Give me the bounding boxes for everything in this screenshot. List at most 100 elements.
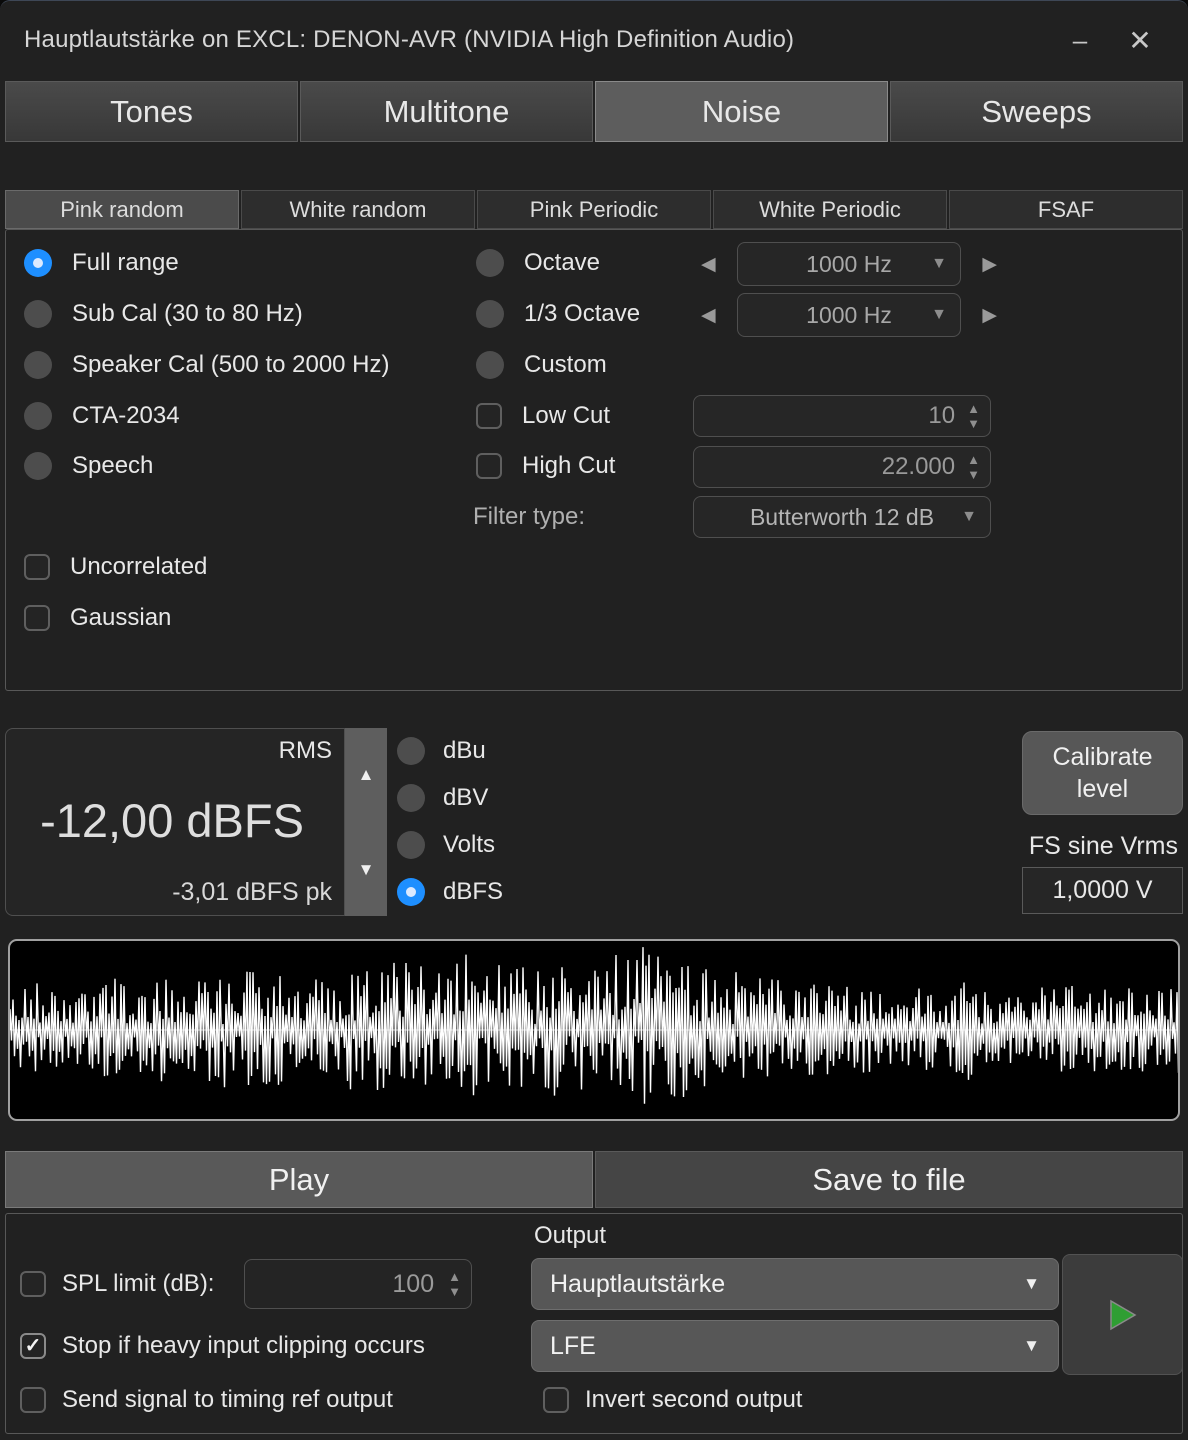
- tab-tones[interactable]: Tones: [5, 81, 298, 142]
- uncorrelated-checkbox[interactable]: ✓: [24, 554, 50, 580]
- save-to-file-button[interactable]: Save to file: [595, 1151, 1183, 1208]
- stop-clipping-checkbox[interactable]: ✓: [20, 1333, 46, 1359]
- spl-limit-field[interactable]: 100 ▲ ▼: [244, 1259, 472, 1309]
- transport-buttons: Play Save to file: [5, 1151, 1183, 1208]
- spl-limit-value: 100: [245, 1270, 448, 1299]
- radio-icon[interactable]: [476, 300, 504, 328]
- prev-frequency-icon[interactable]: ◀: [701, 306, 716, 325]
- output1-dropdown[interactable]: Hauptlautstärke ▼: [531, 1258, 1059, 1310]
- tab-multitone[interactable]: Multitone: [300, 81, 593, 142]
- radio-icon[interactable]: [397, 878, 425, 906]
- gaussian-checkbox[interactable]: ✓: [24, 605, 50, 631]
- rms-level-spinner[interactable]: ▲ ▼: [345, 728, 387, 916]
- high-cut-checkbox[interactable]: ✓: [476, 453, 502, 479]
- spinner[interactable]: ▲ ▼: [448, 1270, 471, 1298]
- timing-ref-label: Send signal to timing ref output: [62, 1386, 393, 1414]
- option-cta-2034[interactable]: CTA-2034: [24, 396, 180, 436]
- subtab-white-periodic[interactable]: White Periodic: [713, 190, 947, 229]
- radio-icon[interactable]: [24, 402, 52, 430]
- option-high-cut[interactable]: ✓ High Cut: [476, 446, 615, 486]
- subtab-pink-random[interactable]: Pink random: [5, 190, 239, 229]
- unit-dbfs[interactable]: dBFS: [397, 868, 503, 915]
- high-cut-field[interactable]: 22.000 ▲ ▼: [693, 446, 991, 488]
- radio-icon[interactable]: [24, 452, 52, 480]
- play-triangle-icon: [1109, 1299, 1137, 1331]
- subtab-pink-periodic[interactable]: Pink Periodic: [477, 190, 711, 229]
- close-icon[interactable]: ✕: [1110, 17, 1170, 63]
- filter-type-dropdown[interactable]: Butterworth 12 dB ▼: [693, 496, 991, 538]
- unit-label: dBFS: [443, 878, 503, 906]
- radio-icon[interactable]: [397, 831, 425, 859]
- radio-icon[interactable]: [476, 351, 504, 379]
- spin-down-icon[interactable]: ▼: [448, 1285, 461, 1298]
- radio-icon[interactable]: [397, 784, 425, 812]
- unit-dbu[interactable]: dBu: [397, 727, 503, 774]
- start-output-button[interactable]: [1062, 1254, 1183, 1375]
- option-sub-cal[interactable]: Sub Cal (30 to 80 Hz): [24, 294, 303, 334]
- tab-noise[interactable]: Noise: [595, 81, 888, 142]
- unit-label: Volts: [443, 831, 495, 859]
- option-label: Sub Cal (30 to 80 Hz): [72, 300, 303, 328]
- low-cut-field[interactable]: 10 ▲ ▼: [693, 395, 991, 437]
- spin-up-icon[interactable]: ▲: [967, 453, 980, 466]
- option-third-octave[interactable]: 1/3 Octave: [476, 294, 640, 334]
- radio-icon[interactable]: [24, 351, 52, 379]
- play-button[interactable]: Play: [5, 1151, 593, 1208]
- option-gaussian[interactable]: ✓ Gaussian: [24, 598, 171, 638]
- spin-down-icon[interactable]: ▼: [967, 417, 980, 430]
- next-frequency-icon[interactable]: ▶: [982, 255, 997, 274]
- spin-down-icon[interactable]: ▼: [967, 468, 980, 481]
- option-speech[interactable]: Speech: [24, 446, 153, 486]
- spin-up-icon[interactable]: ▲: [967, 402, 980, 415]
- low-cut-checkbox[interactable]: ✓: [476, 403, 502, 429]
- timing-ref-row: ✓ Send signal to timing ref output: [20, 1386, 393, 1414]
- spl-limit-label: SPL limit (dB):: [62, 1270, 214, 1298]
- chevron-down-icon: ▼: [961, 508, 977, 526]
- tab-label: Multitone: [384, 94, 510, 130]
- subtab-label: Pink Periodic: [530, 197, 658, 223]
- option-speaker-cal[interactable]: Speaker Cal (500 to 2000 Hz): [24, 345, 390, 385]
- subtab-fsaf[interactable]: FSAF: [949, 190, 1183, 229]
- minimize-icon[interactable]: –: [1050, 17, 1110, 63]
- option-uncorrelated[interactable]: ✓ Uncorrelated: [24, 547, 207, 587]
- tab-label: Noise: [702, 94, 781, 130]
- fs-sine-vrms-field[interactable]: 1,0000 V: [1022, 867, 1183, 914]
- unit-volts[interactable]: Volts: [397, 821, 503, 868]
- option-full-range[interactable]: Full range: [24, 243, 179, 283]
- prev-frequency-icon[interactable]: ◀: [701, 255, 716, 274]
- octave-frequency-dropdown[interactable]: 1000 Hz ▼: [737, 242, 961, 286]
- radio-icon[interactable]: [24, 300, 52, 328]
- spin-down-icon[interactable]: ▼: [358, 861, 375, 878]
- spinner[interactable]: ▲ ▼: [967, 453, 990, 481]
- subtab-white-random[interactable]: White random: [241, 190, 475, 229]
- radio-icon[interactable]: [24, 249, 52, 277]
- noise-options-panel: Full range Sub Cal (30 to 80 Hz) Speaker…: [5, 229, 1183, 691]
- unit-label: dBu: [443, 737, 486, 765]
- option-custom[interactable]: Custom: [476, 345, 607, 385]
- subtab-label: FSAF: [1038, 197, 1094, 223]
- spl-limit-checkbox[interactable]: ✓: [20, 1271, 46, 1297]
- unit-label: dBV: [443, 784, 488, 812]
- output2-dropdown[interactable]: LFE ▼: [531, 1320, 1059, 1372]
- octave-frequency-combo: ◀ 1000 Hz ▼ ▶: [701, 242, 997, 286]
- spin-up-icon[interactable]: ▲: [358, 766, 375, 783]
- rms-level-display[interactable]: RMS -12,00 dBFS -3,01 dBFS pk: [5, 728, 345, 916]
- option-label: Speech: [72, 452, 153, 480]
- spin-up-icon[interactable]: ▲: [448, 1270, 461, 1283]
- invert-second-checkbox[interactable]: ✓: [543, 1387, 569, 1413]
- calibrate-level-button[interactable]: Calibrate level: [1022, 731, 1183, 815]
- radio-icon[interactable]: [476, 249, 504, 277]
- tab-sweeps[interactable]: Sweeps: [890, 81, 1183, 142]
- unit-dbv[interactable]: dBV: [397, 774, 503, 821]
- third-octave-frequency-dropdown[interactable]: 1000 Hz ▼: [737, 293, 961, 337]
- radio-icon[interactable]: [397, 737, 425, 765]
- chevron-down-icon: ▼: [931, 255, 947, 273]
- third-octave-frequency-combo: ◀ 1000 Hz ▼ ▶: [701, 293, 997, 337]
- next-frequency-icon[interactable]: ▶: [982, 306, 997, 325]
- spinner[interactable]: ▲ ▼: [967, 402, 990, 430]
- tab-label: Tones: [110, 94, 193, 130]
- option-octave[interactable]: Octave: [476, 243, 600, 283]
- option-low-cut[interactable]: ✓ Low Cut: [476, 396, 610, 436]
- check-icon: ✓: [25, 1336, 42, 1356]
- timing-ref-checkbox[interactable]: ✓: [20, 1387, 46, 1413]
